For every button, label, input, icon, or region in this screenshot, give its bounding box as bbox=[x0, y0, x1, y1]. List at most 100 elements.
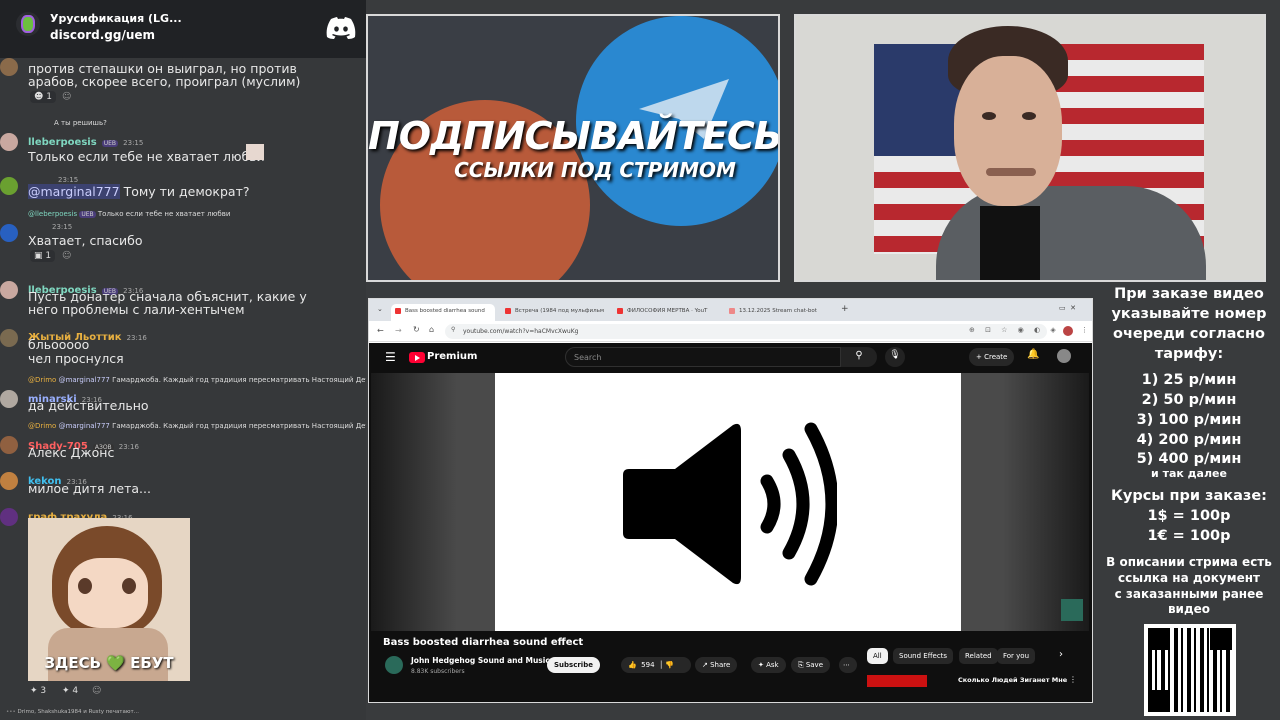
tab-3[interactable]: ФИЛОСОФИЯ МЕРТВА · YouT bbox=[613, 304, 721, 319]
rate-usd: 1$ = 100р bbox=[1147, 508, 1231, 524]
search-button[interactable]: ⚲ bbox=[841, 347, 877, 367]
attached-image[interactable]: ЗДЕСЬ 💚 ЕБУТ bbox=[28, 518, 190, 681]
chips-next-icon[interactable]: › bbox=[1059, 649, 1063, 660]
tab-bar: ⌄ Bass boosted diarrhea sound Встреча (1… bbox=[369, 299, 1092, 321]
username[interactable]: lleberpoesis bbox=[28, 137, 97, 148]
message-text: Тому ти демократ? bbox=[123, 184, 250, 199]
ask-button[interactable]: ✦ Ask bbox=[751, 657, 786, 673]
recommended-menu-icon[interactable]: ⋮ bbox=[1069, 675, 1077, 684]
speaker-volume-icon bbox=[623, 422, 837, 586]
server-name: Урусификация (LG... bbox=[50, 12, 182, 25]
server-icon bbox=[16, 12, 40, 36]
user-mention[interactable]: @marginal777 bbox=[28, 184, 120, 199]
add-reaction-icon[interactable]: ☺ bbox=[92, 686, 101, 696]
clan-tag: UEB bbox=[101, 140, 119, 147]
profile-avatar[interactable] bbox=[1063, 326, 1073, 336]
rate-eur: 1€ = 100р bbox=[1147, 528, 1231, 544]
youtube-brand: Premium bbox=[427, 351, 478, 362]
browser-window: ⌄ Bass boosted diarrhea sound Встреча (1… bbox=[368, 298, 1093, 703]
price-more: и так далее bbox=[1151, 467, 1227, 480]
notifications-icon[interactable]: 🔔 bbox=[1027, 349, 1039, 360]
account-avatar[interactable] bbox=[1057, 349, 1071, 363]
tab-4[interactable]: 13.12.2025 Stream chat-bot bbox=[725, 304, 833, 319]
reaction[interactable]: ✦ 3 bbox=[30, 686, 46, 696]
price-tier-5: 5) 400 р/мин bbox=[1136, 451, 1242, 467]
avatar bbox=[0, 472, 18, 490]
subscribe-button[interactable]: Subscribe bbox=[547, 657, 600, 673]
qr-code bbox=[1144, 624, 1236, 716]
info-line: указывайте номер bbox=[1111, 306, 1267, 322]
message-text: Алекс Джонс bbox=[28, 445, 115, 460]
chat-message-3: 23:15 @marginal777 Тому ти демократ? bbox=[0, 172, 366, 204]
message-text: чел проснулся bbox=[28, 351, 124, 366]
reaction[interactable]: ▣ 1 bbox=[30, 250, 56, 262]
chat-message-8: @Drimo @marginal777 Гамарджоба. Каждый г… bbox=[0, 418, 366, 460]
avatar bbox=[0, 329, 18, 347]
voice-search-icon[interactable]: 🎙 bbox=[885, 347, 905, 367]
chip-all[interactable]: All bbox=[867, 648, 888, 664]
recommended-title[interactable]: Сколько Людей Зиганет Мне bbox=[958, 676, 1067, 684]
timestamp: 23:16 bbox=[118, 443, 139, 451]
message-text: да действительно bbox=[28, 398, 149, 413]
price-tier-3: 3) 100 р/мин bbox=[1136, 412, 1242, 428]
share-button[interactable]: ↗ Share bbox=[695, 657, 738, 673]
timestamp: 23:15 bbox=[123, 139, 144, 147]
message-text: бльооооо bbox=[28, 337, 90, 352]
reaction[interactable]: ✦ 4 bbox=[62, 686, 78, 696]
tab-2[interactable]: Встреча (1984 под мульфильм bbox=[501, 304, 609, 319]
reply-preview: @Drimo @marginal777 Гамарджоба. Каждый г… bbox=[28, 422, 366, 430]
price-tier-1: 1) 25 р/мин bbox=[1141, 372, 1237, 388]
window-controls[interactable]: ▭ ✕ bbox=[1059, 304, 1076, 312]
channel-avatar[interactable] bbox=[385, 656, 403, 674]
browser-menu-icon[interactable]: ⋮ bbox=[1081, 326, 1088, 334]
reply-preview: @Drimo @marginal777 Гамарджоба. Каждый г… bbox=[28, 376, 366, 384]
price-tier-4: 4) 200 р/мин bbox=[1136, 432, 1242, 448]
discord-server-header: Урусификация (LG... discord.gg/uem bbox=[0, 0, 366, 58]
youtube-logo[interactable] bbox=[409, 352, 425, 363]
home-button[interactable]: ⌂ bbox=[429, 325, 434, 334]
back-button[interactable]: ← bbox=[377, 326, 384, 335]
webcam-feed bbox=[794, 14, 1266, 282]
chip-related[interactable]: Related bbox=[959, 648, 998, 664]
forward-button[interactable]: → bbox=[395, 326, 402, 335]
avatar bbox=[0, 508, 18, 526]
extensions-icons[interactable]: ⊕ ⊡ ☆ ◉ ◐ ◈ ⊞ bbox=[969, 326, 1076, 334]
tab-1[interactable]: Bass boosted diarrhea sound bbox=[391, 304, 495, 321]
timestamp: 23:15 bbox=[58, 176, 79, 184]
typing-indicator: ••• Drimo, Shakshuka1984 и Rusty печатаю… bbox=[6, 709, 139, 715]
like-button[interactable]: 👍 594 │ 👎 bbox=[621, 657, 691, 673]
chip-for-you[interactable]: For you bbox=[997, 648, 1036, 664]
avatar bbox=[0, 58, 18, 76]
add-reaction-icon[interactable]: ☺ bbox=[62, 251, 71, 261]
chat-message-9: kekon 23:16 милое дитя лета... bbox=[0, 468, 366, 500]
new-tab-button[interactable]: + bbox=[841, 304, 849, 314]
address-bar[interactable]: ⚲ youtube.com/watch?v=haCMvcXwuKg bbox=[445, 324, 1047, 339]
video-player[interactable] bbox=[371, 373, 1089, 631]
pricing-info-panel: При заказе видео указывайте номер очеред… bbox=[1098, 284, 1280, 720]
price-tier-2: 2) 50 р/мин bbox=[1141, 392, 1237, 408]
rates-title: Курсы при заказе: bbox=[1111, 488, 1267, 504]
tab-list-icon[interactable]: ⌄ bbox=[377, 305, 383, 313]
chip-sound-effects[interactable]: Sound Effects bbox=[893, 648, 954, 664]
reload-button[interactable]: ↻ bbox=[413, 325, 420, 334]
video-frame bbox=[495, 373, 961, 631]
banner-line-1: ПОДПИСЫВАЙТЕСЬ bbox=[368, 114, 780, 158]
toolbar: ← → ↻ ⌂ ⚲ youtube.com/watch?v=haCMvcXwuK… bbox=[369, 321, 1092, 342]
recommended-thumbnail[interactable] bbox=[867, 675, 927, 687]
create-button[interactable]: + Create bbox=[969, 348, 1015, 366]
more-actions-button[interactable]: ⋯ bbox=[839, 657, 857, 673]
hamburger-menu-icon[interactable]: ☰ bbox=[385, 350, 396, 364]
message-text: Пусть донатер сначала объяснит, какие у … bbox=[28, 289, 307, 317]
avatar bbox=[0, 281, 18, 299]
image-caption: ЗДЕСЬ 💚 ЕБУТ bbox=[44, 654, 174, 672]
video-title: Bass boosted diarrhea sound effect bbox=[383, 637, 584, 648]
channel-name[interactable]: John Hedgehog Sound and Music bbox=[411, 656, 550, 665]
message-text: Хватает, спасибо bbox=[28, 233, 143, 248]
search-input[interactable]: Search bbox=[565, 347, 841, 367]
add-reaction-icon[interactable]: ☺ bbox=[62, 92, 71, 102]
banner-line-2: ССЫЛКИ ПОД СТРИМОМ bbox=[454, 158, 736, 182]
reaction[interactable]: ☻ 1 bbox=[30, 91, 56, 103]
save-button[interactable]: ⎘ Save bbox=[791, 657, 831, 673]
server-invite[interactable]: discord.gg/uem bbox=[50, 28, 155, 42]
description-line: В описании стрима есть bbox=[1106, 555, 1272, 569]
